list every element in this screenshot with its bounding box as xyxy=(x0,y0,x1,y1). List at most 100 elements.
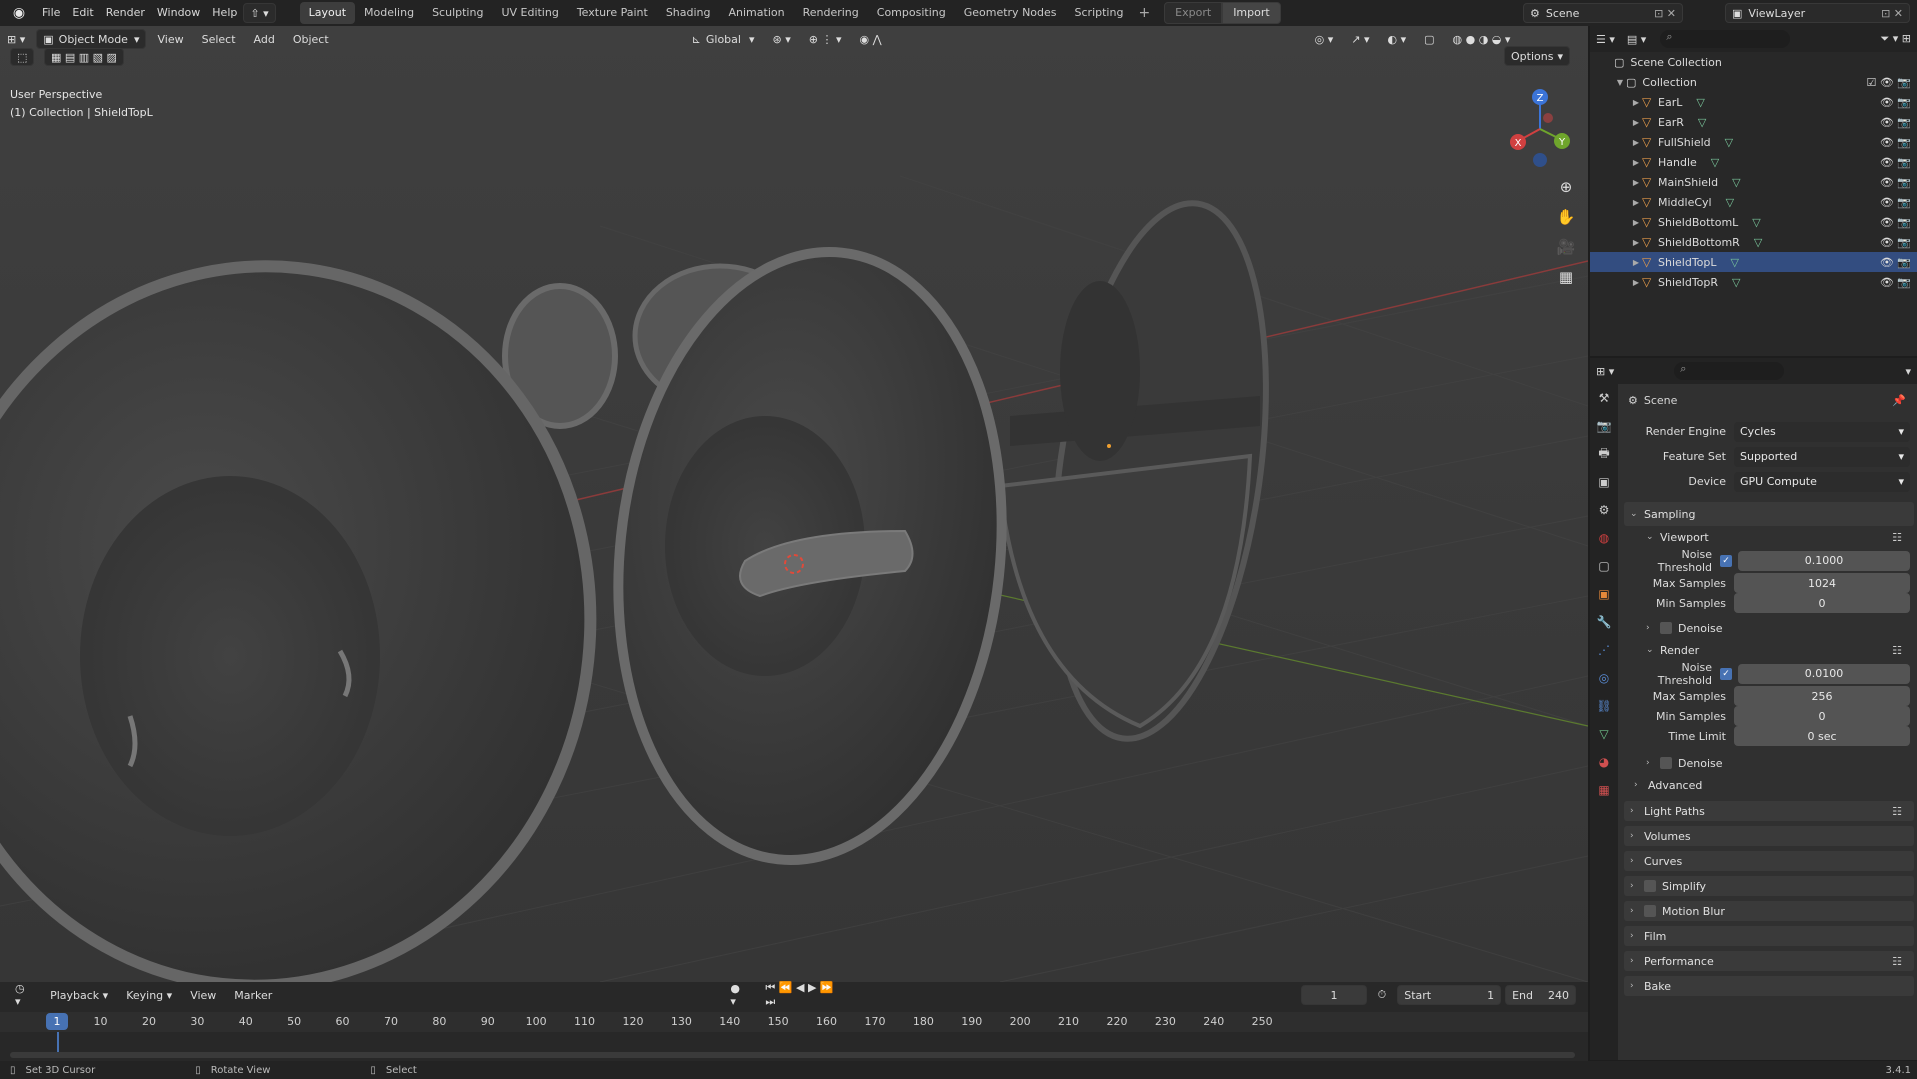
outliner-object-row[interactable]: ▶ ▽ ShieldBottomR ▽ 👁 📷 xyxy=(1590,232,1917,252)
scene-selector[interactable]: ⚙ Scene ⊡ ✕ xyxy=(1523,3,1683,23)
properties-section-header[interactable]: › Simplify xyxy=(1624,876,1914,896)
tab-animation[interactable]: Animation xyxy=(720,2,794,24)
properties-section-header[interactable]: › Performance ☷ xyxy=(1624,951,1914,971)
scene-tab-icon[interactable]: ⚙ xyxy=(1590,496,1618,524)
object-toggles[interactable]: 👁 📷 xyxy=(1880,96,1911,109)
menu-view[interactable]: View xyxy=(150,29,190,49)
expand-icon[interactable]: ▶ xyxy=(1630,118,1642,127)
output-tab-icon[interactable]: 🖶 xyxy=(1590,440,1618,468)
display-mode-icon[interactable]: ▤ ▾ xyxy=(1627,33,1646,46)
menu-render[interactable]: Render xyxy=(100,0,151,26)
noise-threshold-checkbox[interactable]: ✓ xyxy=(1720,554,1732,567)
record-icon[interactable]: ● ▾ xyxy=(723,982,754,1008)
texture-tab-icon[interactable]: ▦ xyxy=(1590,776,1618,804)
expand-icon[interactable]: ▶ xyxy=(1630,258,1642,267)
editor-type-icon[interactable]: ⊞ ▾ xyxy=(0,29,32,49)
menu-add[interactable]: Add xyxy=(247,29,282,49)
pivot-icon[interactable]: ⊛ ▾ xyxy=(766,29,798,49)
tab-shading[interactable]: Shading xyxy=(657,2,720,24)
menu-select[interactable]: Select xyxy=(195,29,243,49)
world-tab-icon[interactable]: ◍ xyxy=(1590,524,1618,552)
menu-edit[interactable]: Edit xyxy=(66,0,99,26)
outliner-object-row[interactable]: ▶ ▽ ShieldTopL ▽ 👁 📷 xyxy=(1590,252,1917,272)
section-checkbox[interactable] xyxy=(1644,880,1656,892)
outliner-object-row[interactable]: ▶ ▽ EarR ▽ 👁 📷 xyxy=(1590,112,1917,132)
viewport-denoise-row[interactable]: › Denoise xyxy=(1624,617,1914,639)
properties-section-header[interactable]: › Bake xyxy=(1624,976,1914,996)
object-toggles[interactable]: 👁 📷 xyxy=(1880,176,1911,189)
pin-icon[interactable]: 📌 xyxy=(1892,394,1906,407)
denoise-checkbox[interactable] xyxy=(1660,757,1672,769)
expand-icon[interactable]: ▶ xyxy=(1630,138,1642,147)
sampling-panel-header[interactable]: ⌄ Sampling xyxy=(1624,502,1914,526)
viewport-max-field[interactable]: 1024 xyxy=(1734,573,1910,593)
options-button[interactable]: Options ▾ xyxy=(1504,46,1570,66)
end-frame-field[interactable]: End 240 xyxy=(1505,985,1576,1005)
modifier-tab-icon[interactable]: 🔧 xyxy=(1590,608,1618,636)
add-workspace-icon[interactable]: + xyxy=(1132,5,1156,21)
upload-icon[interactable]: ⇧ ▾ xyxy=(243,3,276,23)
advanced-subpanel-header[interactable]: › Advanced xyxy=(1624,774,1914,796)
properties-editor-icon[interactable]: ⊞ ▾ xyxy=(1596,365,1614,378)
mesh-data-icon[interactable]: ▽ xyxy=(1698,116,1706,129)
pin-icon[interactable]: ⊡ ✕ xyxy=(1654,7,1676,20)
tab-geometry-nodes[interactable]: Geometry Nodes xyxy=(955,2,1066,24)
mesh-data-icon[interactable]: ▽ xyxy=(1754,236,1762,249)
transform-orientation[interactable]: ⊾ Global ▾ xyxy=(685,29,762,49)
outliner-search-input[interactable]: ⌕ xyxy=(1660,30,1791,48)
playback-controls[interactable]: ⏮ ⏪ ◀ ▶ ⏩ ⏭ xyxy=(758,981,847,1008)
mesh-data-icon[interactable]: ▽ xyxy=(1696,96,1704,109)
section-checkbox[interactable] xyxy=(1644,905,1656,917)
properties-section-header[interactable]: › Film xyxy=(1624,926,1914,946)
proportional-edit-icon[interactable]: ◉ ⋀ xyxy=(852,29,888,49)
mesh-data-icon[interactable]: ▽ xyxy=(1725,136,1733,149)
outliner-object-row[interactable]: ▶ ▽ EarL ▽ 👁 📷 xyxy=(1590,92,1917,112)
viewport-min-field[interactable]: 0 xyxy=(1734,593,1910,613)
pan-hand-icon[interactable]: ✋ xyxy=(1553,204,1579,230)
menu-file[interactable]: File xyxy=(36,0,66,26)
view-layer-selector[interactable]: ▣ ViewLayer ⊡ ✕ xyxy=(1725,3,1910,23)
render-min-field[interactable]: 0 xyxy=(1734,706,1910,726)
current-frame-marker[interactable]: 1 xyxy=(46,1013,68,1030)
presets-list-icon[interactable]: ☷ xyxy=(1892,531,1902,544)
object-toggles[interactable]: 👁 📷 xyxy=(1880,116,1911,129)
selection-mode-icons[interactable]: ▦ ▤ ▥ ▧ ▨ xyxy=(44,48,124,66)
timeline-scrollbar[interactable] xyxy=(10,1052,1575,1058)
menu-keying[interactable]: Keying ▾ xyxy=(119,985,179,1005)
feature-set-dropdown[interactable]: Supported ▾ xyxy=(1734,446,1910,467)
overlay-toggle-icon[interactable]: ◐ ▾ xyxy=(1380,29,1413,49)
object-toggles[interactable]: 👁 📷 xyxy=(1880,236,1911,249)
collection-tab-icon[interactable]: ▢ xyxy=(1590,552,1618,580)
view-layer-tab-icon[interactable]: ▣ xyxy=(1590,468,1618,496)
outliner-object-row[interactable]: ▶ ▽ Handle ▽ 👁 📷 xyxy=(1590,152,1917,172)
export-button[interactable]: Export xyxy=(1164,2,1223,24)
tab-uv-editing[interactable]: UV Editing xyxy=(492,2,567,24)
particles-tab-icon[interactable]: ⋰ xyxy=(1590,636,1618,664)
collection-toggles[interactable]: ☑ 👁 📷 xyxy=(1866,76,1911,89)
outliner-object-row[interactable]: ▶ ▽ ShieldBottomL ▽ 👁 📷 xyxy=(1590,212,1917,232)
frame-ruler[interactable]: 1 10 20 30 40 50 60 70 80 90 100 110 120 130 140 150 160… xyxy=(0,1012,1588,1032)
menu-help[interactable]: Help xyxy=(206,0,243,26)
preview-range-icon[interactable]: ⏱ xyxy=(1371,985,1394,1005)
mesh-data-icon[interactable]: ▽ xyxy=(1726,196,1734,209)
tab-rendering[interactable]: Rendering xyxy=(794,2,868,24)
gizmo-toggle-icon[interactable]: ↗ ▾ xyxy=(1344,29,1376,49)
expand-icon[interactable]: ▶ xyxy=(1630,178,1642,187)
timeline-editor-icon[interactable]: ◷ ▾ xyxy=(8,982,39,1008)
menu-object[interactable]: Object xyxy=(286,29,336,49)
properties-section-header[interactable]: › Curves xyxy=(1624,851,1914,871)
snap-icon[interactable]: ⊕ ⋮ ▾ xyxy=(802,29,849,49)
navigation-gizmo[interactable]: Z X Y xyxy=(1500,84,1580,174)
menu-view[interactable]: View xyxy=(183,985,223,1005)
data-tab-icon[interactable]: ▽ xyxy=(1590,720,1618,748)
mesh-data-icon[interactable]: ▽ xyxy=(1752,216,1760,229)
menu-window[interactable]: Window xyxy=(151,0,206,26)
properties-search-input[interactable]: ⌕ xyxy=(1674,362,1785,380)
viewport-noise-field[interactable]: 0.1000 xyxy=(1738,550,1910,571)
render-denoise-row[interactable]: › Denoise xyxy=(1624,752,1914,774)
object-toggles[interactable]: 👁 📷 xyxy=(1880,256,1911,269)
mesh-data-icon[interactable]: ▽ xyxy=(1711,156,1719,169)
viewport-subpanel-header[interactable]: ⌄ Viewport ☷ xyxy=(1624,526,1914,548)
expand-icon[interactable]: ▶ xyxy=(1630,158,1642,167)
tab-scripting[interactable]: Scripting xyxy=(1066,2,1133,24)
